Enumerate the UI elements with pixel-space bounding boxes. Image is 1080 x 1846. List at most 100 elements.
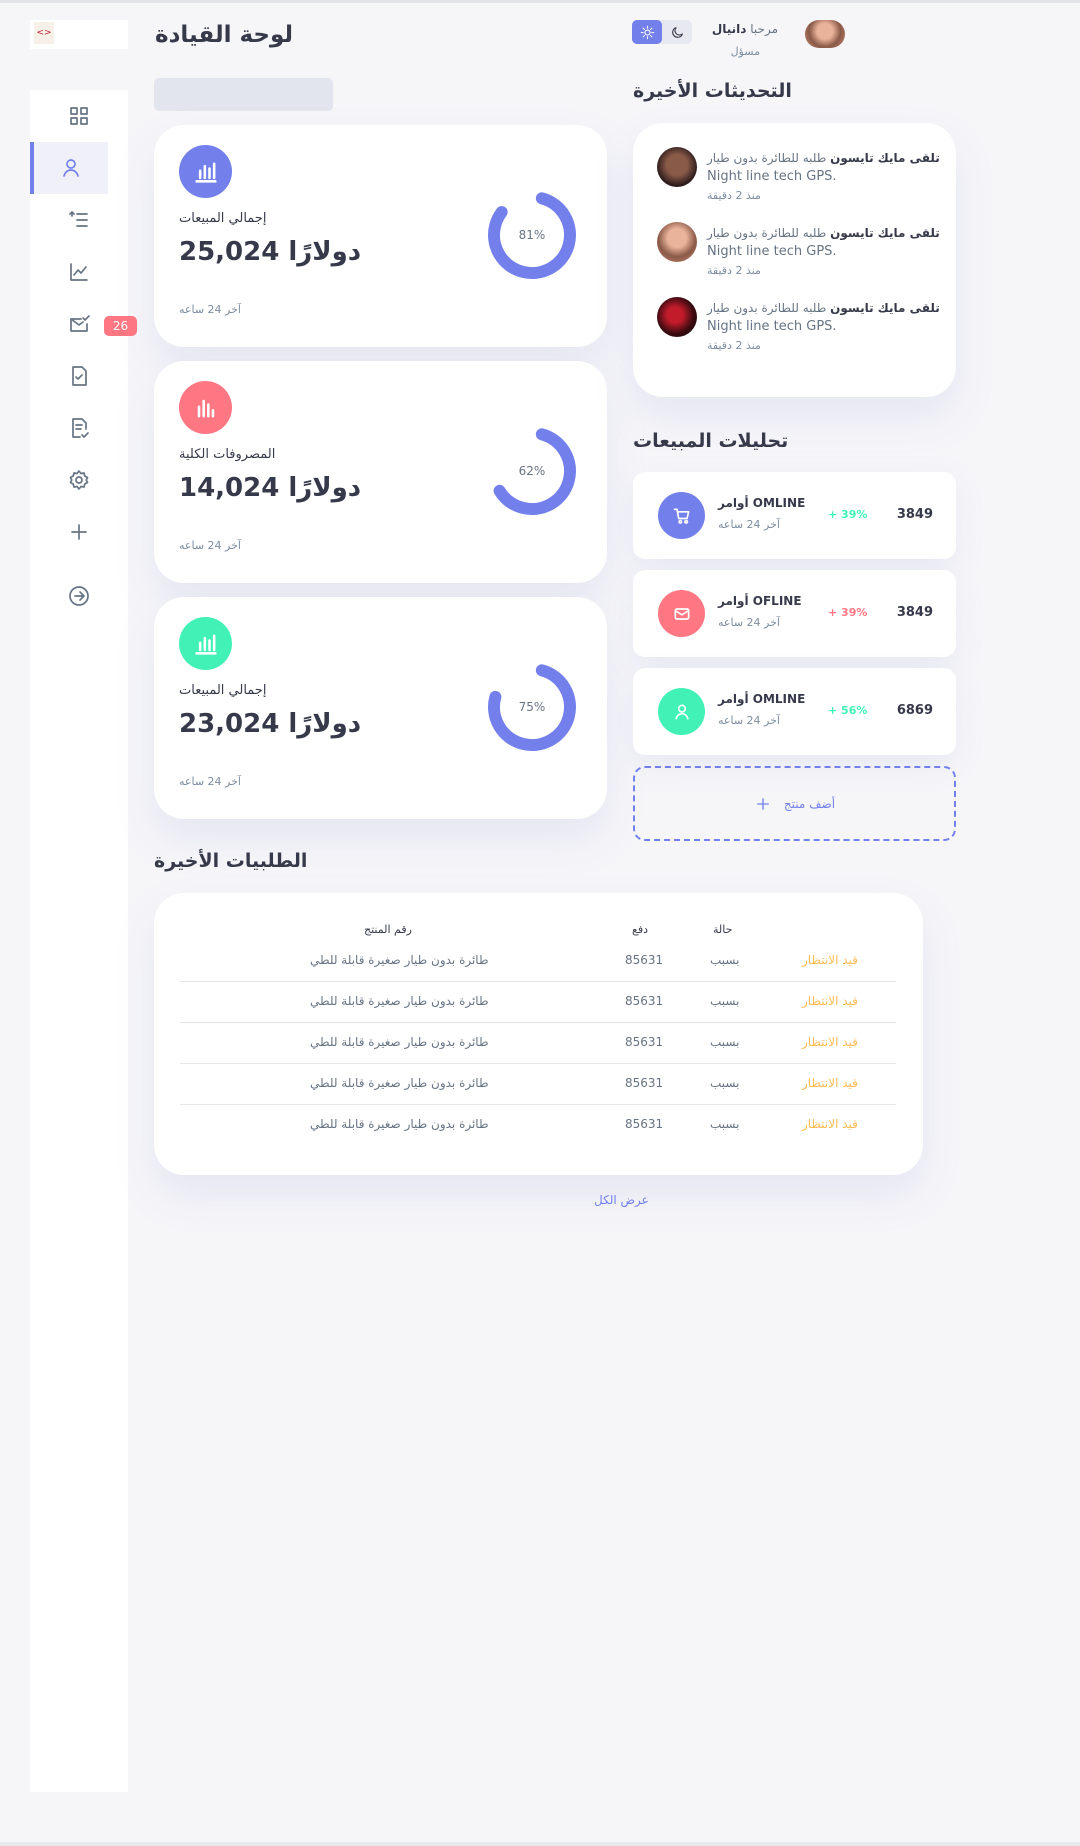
column-header-payment: دفع <box>632 923 649 936</box>
sidebar-item-products[interactable] <box>30 350 128 402</box>
sidebar-item-add-product[interactable] <box>30 506 128 558</box>
sidebar-item-analytics[interactable] <box>30 246 128 298</box>
sales-item-online[interactable]: أوامر OMLINE آخر 24 ساعه + 39% 3849 <box>633 472 956 559</box>
sidebar-item-logout[interactable] <box>30 570 128 622</box>
light-mode-option[interactable] <box>632 20 662 44</box>
user-icon <box>63 159 79 177</box>
update-text: طلبه للطائرة بدون طيار <box>707 151 827 165</box>
update-detail: Night line tech GPS. <box>707 244 837 259</box>
update-time: منذ 2 دقيقة <box>707 264 761 277</box>
updates-title: التحديثات الأخيرة <box>633 80 792 102</box>
sales-item-note: آخر 24 ساعه <box>718 518 780 531</box>
update-time: منذ 2 دقيقة <box>707 339 761 352</box>
mail-icon <box>674 607 689 620</box>
user-greeting: مرحبا دانيال <box>700 22 778 36</box>
cell-status: قيد الانتظار <box>802 1076 858 1090</box>
bar-chart-icon <box>194 162 217 183</box>
sales-item-note: آخر 24 ساعه <box>718 616 780 629</box>
chart-line-icon <box>70 263 88 281</box>
sales-item-note: آخر 24 ساعه <box>718 714 780 727</box>
card-note: آخر 24 ساعه <box>179 775 241 788</box>
update-avatar <box>657 297 697 337</box>
progress-percent: 62% <box>518 464 546 478</box>
update-line: تلقى مايك تايسون طلبه للطائرة بدون طيار <box>707 226 940 240</box>
cell-status: قيد الانتظار <box>802 1117 858 1131</box>
update-item: تلقى مايك تايسون طلبه للطائرة بدون طيار … <box>657 147 947 217</box>
card-amount: دولارًا 14,024 <box>179 473 362 503</box>
table-row[interactable]: طائرة بدون طيار صغيرة قابلة للطي 85631 ب… <box>180 1105 896 1146</box>
table-row[interactable]: طائرة بدون طيار صغيرة قابلة للطي 85631 ب… <box>180 982 896 1023</box>
list-icon <box>69 211 88 227</box>
sun-icon <box>640 25 654 39</box>
sidebar-item-settings[interactable] <box>30 454 128 506</box>
update-line: تلقى مايك تايسون طلبه للطائرة بدون طيار <box>707 151 940 165</box>
card-total-expenses: المصروفات الكلية دولارًا 14,024 آخر 24 س… <box>154 361 607 583</box>
sales-item-value: 3849 <box>896 605 933 620</box>
card-icon-wrap <box>179 617 232 670</box>
update-time: منذ 2 دقيقة <box>707 189 761 202</box>
cell-status: قيد الانتظار <box>802 994 858 1008</box>
table-row[interactable]: طائرة بدون طيار صغيرة قابلة للطي 85631 ب… <box>180 1023 896 1064</box>
card-label: إجمالي المبيعات <box>179 683 267 698</box>
date-input[interactable] <box>154 78 333 111</box>
cell-number: 85631 <box>625 1035 664 1049</box>
cell-product: طائرة بدون طيار صغيرة قابلة للطي <box>310 1076 489 1090</box>
sales-icon-wrap <box>658 590 705 637</box>
update-text: طلبه للطائرة بدون طيار <box>707 226 827 240</box>
bottom-divider <box>0 1842 1080 1846</box>
view-all-link[interactable]: عرض الكل <box>594 1193 649 1207</box>
cell-payment: بسبب <box>710 1117 740 1131</box>
sidebar-item-customers[interactable] <box>30 142 108 194</box>
card-icon-wrap <box>179 381 232 434</box>
progress-percent: 75% <box>518 700 546 714</box>
report-icon <box>72 418 89 438</box>
cell-payment: بسبب <box>710 1076 740 1090</box>
recent-updates-panel: تلقى مايك تايسون طلبه للطائرة بدون طيار … <box>633 123 956 397</box>
sales-item-offline[interactable]: أوامر OFLINE آخر 24 ساعه + 39% 3849 <box>633 570 956 657</box>
logo[interactable]: <> <box>30 20 128 49</box>
add-product-button[interactable]: أضف منتج <box>633 766 956 841</box>
gear-icon <box>69 470 89 490</box>
update-text: طلبه للطائرة بدون طيار <box>707 301 827 315</box>
sidebar-item-reports[interactable] <box>30 402 128 454</box>
card-label: المصروفات الكلية <box>179 447 276 462</box>
cell-product: طائرة بدون طيار صغيرة قابلة للطي <box>310 994 489 1008</box>
page-title: لوحة القيادة <box>155 22 294 48</box>
update-detail: Night line tech GPS. <box>707 169 837 184</box>
grid-icon <box>70 107 88 125</box>
sidebar-item-orders[interactable] <box>30 194 128 246</box>
mail-check-icon <box>70 315 90 332</box>
sales-item-value: 3849 <box>896 507 933 522</box>
bar-chart-icon <box>194 634 217 655</box>
sales-item-customers[interactable]: أوامر OMLINE آخر 24 ساعه + 56% 6869 <box>633 668 956 755</box>
sales-item-percent: + 56% <box>828 704 868 717</box>
user-icon <box>674 704 689 719</box>
sales-item-percent: + 39% <box>828 606 868 619</box>
plus-icon <box>756 797 769 810</box>
user-avatar[interactable] <box>805 20 845 48</box>
dark-mode-option[interactable] <box>662 20 692 44</box>
user-name: دانيال <box>711 22 747 36</box>
update-avatar <box>657 147 697 187</box>
cell-number: 85631 <box>625 1117 664 1131</box>
card-note: آخر 24 ساعه <box>179 539 241 552</box>
bar-chart-icon <box>197 399 214 417</box>
cell-payment: بسبب <box>710 994 740 1008</box>
sales-analytics-title: تحليلات المبيعات <box>633 430 789 452</box>
table-row[interactable]: طائرة بدون طيار صغيرة قابلة للطي 85631 ب… <box>180 941 896 982</box>
update-name: تلقى مايك تايسون <box>830 226 940 240</box>
cell-number: 85631 <box>625 1076 664 1090</box>
sidebar-item-dashboard[interactable] <box>30 90 128 142</box>
sales-icon-wrap <box>658 492 705 539</box>
table-row[interactable]: طائرة بدون طيار صغيرة قابلة للطي 85631 ب… <box>180 1064 896 1105</box>
user-role: مسؤل <box>730 45 760 58</box>
sales-item-title: أوامر OFLINE <box>718 594 802 608</box>
add-product-label: أضف منتج <box>783 796 836 811</box>
cell-payment: بسبب <box>710 953 740 967</box>
cell-product: طائرة بدون طيار صغيرة قابلة للطي <box>310 1035 489 1049</box>
moon-icon <box>671 26 683 38</box>
cart-icon <box>673 508 689 524</box>
theme-toggle[interactable] <box>632 20 692 44</box>
orders-title: الطلبيات الأخيرة <box>154 850 308 872</box>
card-total-income: إجمالي المبيعات دولارًا 23,024 آخر 24 سا… <box>154 597 607 819</box>
